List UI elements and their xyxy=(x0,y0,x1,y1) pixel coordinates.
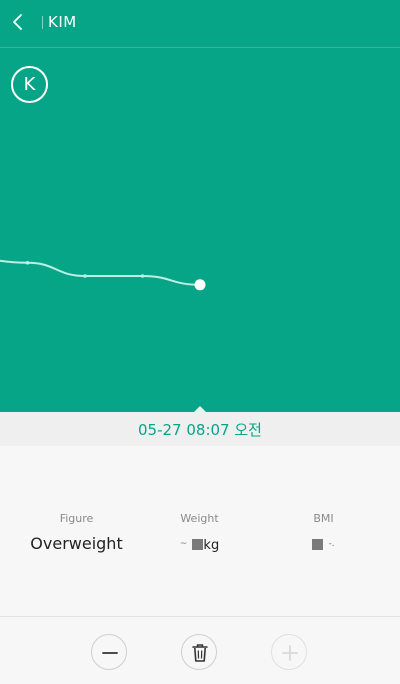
selected-data-point[interactable] xyxy=(194,279,206,291)
trash-icon xyxy=(192,644,208,662)
data-point[interactable] xyxy=(25,261,30,265)
trend-line xyxy=(0,259,201,286)
figure-stat: Figure Overweight xyxy=(10,512,143,553)
data-point[interactable] xyxy=(83,274,87,278)
bmi-label: BMI xyxy=(313,512,334,525)
figure-label: Figure xyxy=(59,512,94,525)
figure-value: Overweight xyxy=(30,534,123,553)
weight-stat: Weight ~ kg xyxy=(133,512,266,553)
chart-svg xyxy=(0,259,206,291)
action-bar xyxy=(0,617,400,684)
minus-icon xyxy=(102,652,118,654)
bmi-suffix: -. xyxy=(328,539,335,549)
weight-unit: kg xyxy=(203,538,220,553)
data-point[interactable] xyxy=(140,274,145,278)
weight-chart[interactable]: K xyxy=(0,48,400,412)
weight-label: Weight xyxy=(180,512,219,525)
selected-datetime: 05-27 08:07 오전 xyxy=(0,412,400,446)
chart-layer xyxy=(0,259,206,291)
app-root: KIM K 05-27 08:07 오전 Figure Overweight W… xyxy=(0,0,400,684)
weight-prefix: ~ xyxy=(179,539,188,549)
stats-panel: Figure Overweight Weight ~ kg BMI -. xyxy=(0,446,400,617)
page-title: KIM xyxy=(48,13,77,31)
bmi-redacted xyxy=(312,539,324,550)
app-header: KIM xyxy=(0,0,400,48)
delete-button[interactable] xyxy=(181,634,217,670)
decrease-button[interactable] xyxy=(91,634,127,670)
weight-value: ~ kg xyxy=(133,534,266,553)
back-button[interactable] xyxy=(8,10,30,34)
plus-icon xyxy=(282,645,298,661)
bmi-value: -. xyxy=(257,534,390,553)
increase-button[interactable] xyxy=(271,634,307,670)
title-divider xyxy=(42,16,43,29)
bmi-stat: BMI -. xyxy=(257,512,390,553)
weight-redacted xyxy=(192,539,204,550)
chevron-left-icon xyxy=(13,14,22,30)
